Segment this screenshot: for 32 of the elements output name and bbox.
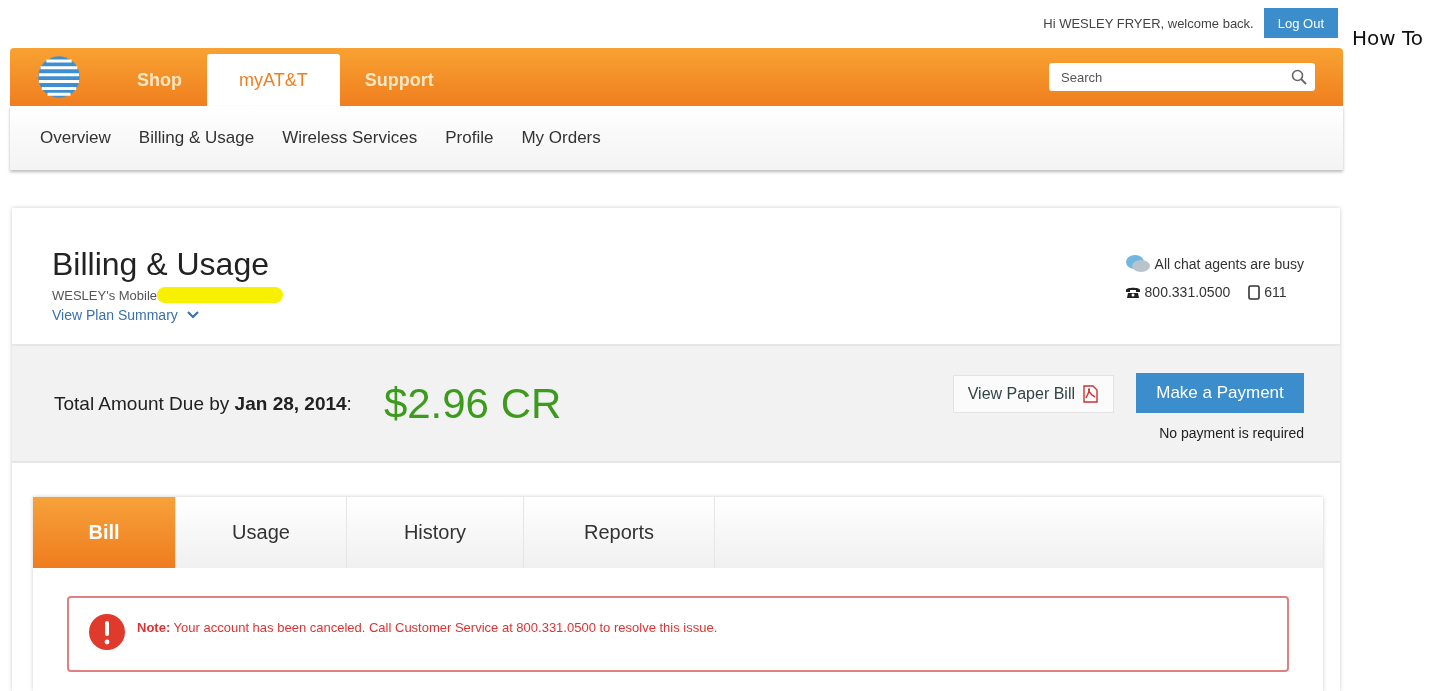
amount-value: $2.96 CR [383, 379, 562, 428]
make-payment-button[interactable]: Make a Payment [1136, 372, 1304, 413]
page-title: Billing & Usage [52, 246, 270, 283]
alert-message: Note: Your account has been canceled. Call Customer Service at 800.331.0500 to resolve this issue. [137, 620, 718, 635]
exclamation-icon [87, 612, 127, 652]
welcome-text: Hi WESLEY FRYER, welcome back. [1043, 16, 1254, 31]
sub-nav-link[interactable]: Wireless Services [282, 128, 418, 148]
sub-nav-link[interactable]: Overview [40, 128, 111, 148]
chat-status: All chat agents are busy [1154, 256, 1304, 272]
chat-bubbles-icon [1124, 254, 1151, 274]
how-to-link[interactable]: How To [1352, 26, 1424, 50]
globe-logo-icon[interactable] [36, 54, 82, 100]
sub-nav-link[interactable]: Profile [445, 128, 494, 148]
search-field[interactable]: Search [1049, 63, 1315, 91]
amount-due-label: Total Amount Due by Jan 28, 2014: [54, 392, 352, 415]
search-icon[interactable] [1291, 69, 1307, 85]
log-out-button[interactable]: Log Out [1263, 8, 1338, 38]
bill-tab[interactable]: History [347, 497, 524, 568]
sub-nav-link[interactable]: Billing & Usage [138, 128, 255, 148]
mobile-phone-icon [1248, 284, 1261, 300]
bill-tab[interactable]: Reports [524, 497, 715, 568]
account-name: WESLEY's Mobile [52, 287, 158, 303]
telephone-icon [1124, 285, 1141, 299]
view-paper-bill-button[interactable]: View Paper Bill [952, 374, 1114, 413]
chevron-down-icon[interactable] [185, 310, 200, 320]
payment-note: No payment is required [1159, 424, 1304, 441]
bill-tab[interactable]: Usage [176, 497, 347, 568]
mobile-number: 611 [1264, 284, 1287, 300]
phone-number: 800.331.0500 [1144, 284, 1231, 300]
sub-nav-link[interactable]: My Orders [521, 128, 601, 148]
plan-summary-link[interactable]: View Plan Summary [52, 307, 178, 323]
pdf-icon [1081, 383, 1099, 404]
